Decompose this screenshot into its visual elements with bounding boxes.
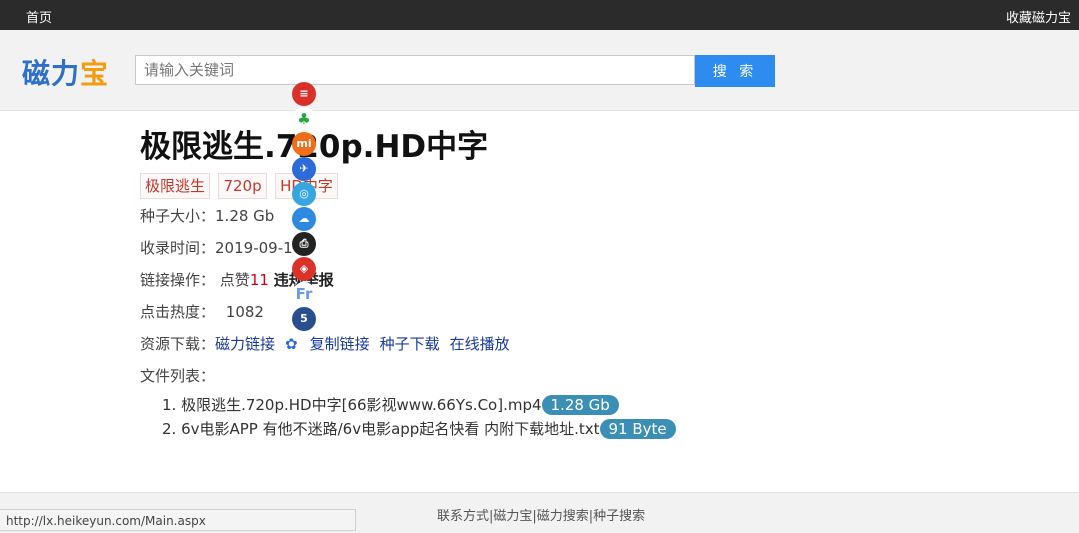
like-count: 11	[249, 271, 269, 289]
like-text: 点赞	[219, 271, 250, 289]
file-name: 1. 极限逃生.720p.HD中字[66影视www.66Ys.Co].mp4	[162, 396, 542, 414]
download-row: 资源下载：磁力链接 ✿ 复制链接 种子下载 在线播放	[140, 333, 520, 354]
like-button[interactable]: 点赞11	[220, 271, 269, 289]
list-item: 2. 6v电影APP 有他不迷路/6v电影app起名快看 内附下载地址.txt 9…	[162, 417, 676, 441]
hits-row: 点击热度： 1082	[140, 301, 264, 322]
logo-char-2: 力	[51, 57, 81, 90]
hits-value: 1082	[225, 303, 264, 321]
detail-panel: 极限逃生.720p.HD中字 极限逃生 720p HD中字 种子大小：1.28 …	[140, 125, 840, 439]
copy-link[interactable]: 复制链接	[310, 335, 370, 353]
status-bar: http://lx.heikeyun.com/Main.aspx	[0, 509, 356, 531]
search-button[interactable]: 搜 索	[695, 55, 775, 87]
list-item: 1. 极限逃生.720p.HD中字[66影视www.66Ys.Co].mp4 1.…	[162, 393, 676, 417]
tag-list: 极限逃生 720p HD中字	[140, 173, 840, 199]
five-icon[interactable]: 5	[292, 307, 316, 331]
cloud-share-icon[interactable]: ✿	[285, 335, 298, 353]
bookmark-link[interactable]: 收藏磁力宝	[1006, 7, 1071, 26]
tag-item[interactable]: 720p	[218, 173, 267, 199]
files-label: 文件列表：	[140, 367, 216, 385]
file-size-badge: 91 Byte	[599, 419, 676, 439]
file-name: 2. 6v电影APP 有他不迷路/6v电影app起名快看 内附下载地址.txt	[162, 420, 600, 438]
logo[interactable]: 磁力宝	[22, 52, 109, 92]
file-list: 1. 极限逃生.720p.HD中字[66影视www.66Ys.Co].mp4 1.…	[162, 393, 676, 441]
date-label: 收录时间：	[140, 239, 216, 257]
qq-icon[interactable]: ◎	[292, 182, 316, 206]
footer-links[interactable]: 联系方式|磁力宝|磁力搜索|种子搜索	[437, 505, 645, 524]
qzone-icon[interactable]: ≡	[292, 82, 316, 106]
date-value: 2019-09-10	[215, 239, 303, 257]
hits-label: 点击热度：	[140, 303, 216, 321]
torrent-download-link[interactable]: 种子下载	[380, 335, 440, 353]
top-bar: 首页 收藏磁力宝	[0, 0, 1079, 30]
print-icon[interactable]: ⎙	[292, 232, 316, 256]
date-row: 收录时间：2019-09-10	[140, 237, 302, 258]
xiaomi-icon[interactable]: mi	[292, 132, 316, 156]
online-play-link[interactable]: 在线播放	[450, 335, 510, 353]
ops-label: 链接操作：	[140, 271, 216, 289]
weibo-icon[interactable]: ◈	[292, 257, 316, 281]
header: 磁力宝 搜 索	[0, 30, 1079, 111]
friendfeed-icon[interactable]: Fr	[292, 282, 316, 306]
file-size-badge: 1.28 Gb	[541, 395, 619, 415]
search-input[interactable]	[135, 55, 695, 85]
tag-item[interactable]: 极限逃生	[140, 173, 211, 199]
logo-char-1: 磁	[22, 57, 52, 90]
magnet-link[interactable]: 磁力链接	[215, 335, 275, 353]
files-row: 文件列表：	[140, 365, 215, 386]
wechat-icon[interactable]: ♣	[292, 107, 316, 131]
logo-char-3: 宝	[80, 57, 110, 90]
home-link[interactable]: 首页	[26, 7, 52, 26]
cloud-icon[interactable]: ☁	[292, 207, 316, 231]
tieba-icon[interactable]: ✈	[292, 157, 316, 181]
download-label: 资源下载：	[140, 335, 216, 353]
size-label: 种子大小：	[140, 207, 216, 225]
size-value: 1.28 Gb	[215, 207, 275, 225]
size-row: 种子大小：1.28 Gb	[140, 205, 274, 226]
page-title: 极限逃生.720p.HD中字	[140, 125, 840, 169]
